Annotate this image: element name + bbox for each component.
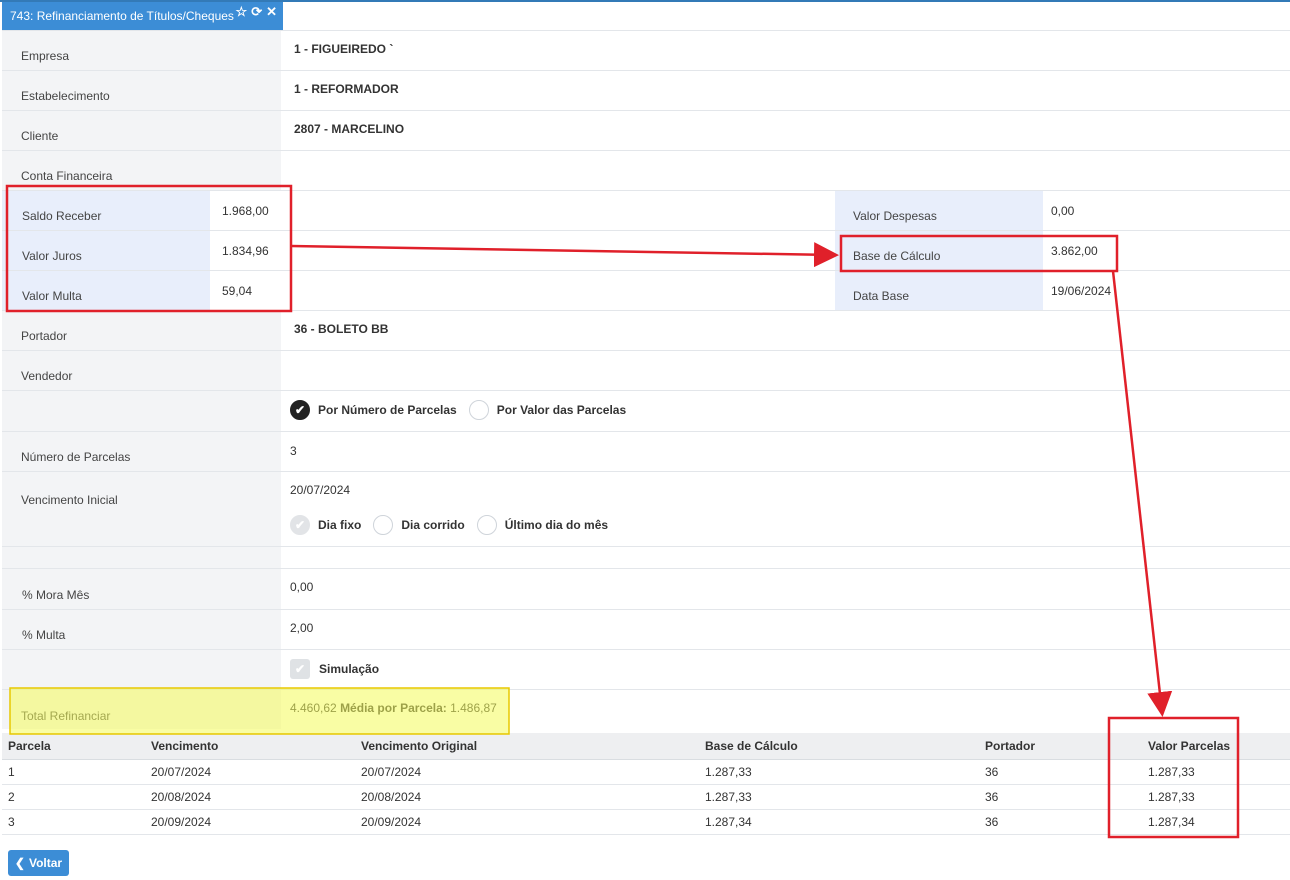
table-row[interactable]: 1 20/07/2024 20/07/2024 1.287,33 36 1.287,33 [2, 759, 1290, 785]
estabelecimento-value[interactable]: 1 - REFORMADOR [294, 82, 399, 96]
star-icon[interactable]: ☆ [236, 4, 248, 20]
portador-value[interactable]: 36 - BOLETO BB [294, 322, 388, 336]
row-num-parcelas: Número de Parcelas 3 [2, 431, 1290, 471]
col-valor-parcelas[interactable]: Valor Parcelas [1142, 733, 1290, 760]
check-icon: ✔ [290, 659, 310, 679]
base-value[interactable]: 3.862,00 [1051, 244, 1098, 258]
row-spacer [2, 546, 1290, 568]
chevron-left-icon: ❮ [14, 856, 25, 870]
radio-ultimo-dia[interactable]: Último dia do mês [476, 515, 608, 535]
row-conta: Conta Financeira [2, 150, 1290, 190]
cliente-label: Cliente [21, 129, 59, 143]
row-mora: % Mora Mês 0,00 [2, 568, 1290, 609]
data-base-label: Data Base [853, 289, 910, 303]
row-estabelecimento: Estabelecimento 1 - REFORMADOR [2, 70, 1290, 110]
col-vencimento-original[interactable]: Vencimento Original [355, 733, 699, 760]
portador-label: Portador [21, 329, 68, 343]
row-juros: Valor Juros 1.834,96 Base de Cálculo 3.8… [2, 230, 1290, 270]
col-vencimento[interactable]: Vencimento [145, 733, 355, 760]
base-field[interactable]: 3.862,00 [1043, 231, 1290, 270]
radio-dia-corrido[interactable]: Dia corrido [373, 515, 465, 535]
check-icon: ✔ [290, 515, 310, 535]
num-parcelas-label: Número de Parcelas [21, 450, 131, 464]
multa-label: Valor Multa [22, 289, 82, 303]
table-row[interactable]: 3 20/09/2024 20/09/2024 1.287,34 36 1.287,34 [2, 809, 1290, 835]
multa-value[interactable]: 59,04 [222, 284, 252, 298]
back-button[interactable]: ❮ Voltar [8, 850, 69, 876]
media-value: 1.486,87 [450, 701, 497, 715]
mora-value[interactable]: 0,00 [290, 580, 313, 594]
radio-por-numero[interactable]: ✔ Por Número de Parcelas [290, 400, 457, 420]
estabelecimento-label: Estabelecimento [21, 89, 110, 103]
saldo-label: Saldo Receber [22, 209, 102, 223]
radio-dia-fixo[interactable]: ✔ Dia fixo [290, 515, 361, 535]
despesas-value[interactable]: 0,00 [1051, 204, 1074, 218]
row-vendedor: Vendedor [2, 350, 1290, 390]
close-icon[interactable]: ✕ [266, 4, 277, 20]
empresa-value[interactable]: 1 - FIGUEIREDO ` [294, 42, 393, 56]
row-modo: ✔ Por Número de Parcelas Por Valor das Pa… [2, 390, 1290, 431]
parcelas-grid: Parcela Vencimento Vencimento Original B… [2, 733, 1290, 835]
row-saldo: Saldo Receber 1.968,00 Valor Despesas 0,… [2, 190, 1290, 230]
vendedor-label: Vendedor [21, 369, 73, 383]
pmulta-label: % Multa [22, 628, 66, 642]
row-multa: Valor Multa 59,04 Data Base 19/06/2024 [2, 270, 1290, 310]
conta-label: Conta Financeira [21, 169, 113, 183]
row-vencimento: Vencimento Inicial 20/07/2024 ✔ Dia fixo … [2, 471, 1290, 546]
vendedor-field[interactable] [281, 351, 1290, 390]
row-empresa: Empresa 1 - FIGUEIREDO ` [2, 30, 1290, 70]
num-parcelas-value[interactable]: 3 [290, 444, 297, 458]
col-parcela[interactable]: Parcela [2, 733, 145, 760]
despesas-label: Valor Despesas [853, 209, 937, 223]
pmulta-field[interactable]: 2,00 [281, 610, 1290, 649]
refresh-icon[interactable]: ⟳ [251, 4, 262, 20]
empresa-label: Empresa [21, 49, 70, 63]
pmulta-value[interactable]: 2,00 [290, 621, 313, 635]
radio-por-valor[interactable]: Por Valor das Parcelas [468, 400, 626, 420]
num-parcelas-field[interactable]: 3 [281, 432, 1290, 471]
total-label: Total Refinanciar [21, 709, 111, 723]
multa-field[interactable]: 59,04 [210, 271, 835, 310]
row-cliente: Cliente 2807 - MARCELINO [2, 110, 1290, 150]
media-label: Média por Parcela: [340, 701, 447, 715]
total-value: 4.460,62 [290, 701, 337, 715]
vencimento-value[interactable]: 20/07/2024 [290, 483, 350, 497]
saldo-field[interactable]: 1.968,00 [210, 191, 835, 230]
tab-refinanciamento[interactable]: 743: Refinanciamento de Títulos/Cheques … [2, 2, 283, 30]
juros-label: Valor Juros [22, 249, 82, 263]
vencimento-label: Vencimento Inicial [21, 493, 118, 507]
row-pmulta: % Multa 2,00 [2, 609, 1290, 649]
table-row[interactable]: 2 20/08/2024 20/08/2024 1.287,33 36 1.287,33 [2, 784, 1290, 810]
refinance-form: Empresa 1 - FIGUEIREDO ` Estabelecimento… [2, 30, 1290, 729]
mora-field[interactable]: 0,00 [281, 569, 1290, 609]
saldo-value[interactable]: 1.968,00 [222, 204, 269, 218]
check-icon: ✔ [290, 400, 310, 420]
row-portador: Portador 36 - BOLETO BB [2, 310, 1290, 350]
col-portador[interactable]: Portador [979, 733, 1142, 760]
col-base-calculo[interactable]: Base de Cálculo [699, 733, 979, 760]
despesas-field[interactable]: 0,00 [1043, 191, 1290, 230]
juros-field[interactable]: 1.834,96 [210, 231, 835, 270]
estabelecimento-field[interactable]: 1 - REFORMADOR [281, 71, 1290, 110]
base-label: Base de Cálculo [853, 249, 941, 263]
simulacao-checkbox[interactable]: ✔ Simulação [290, 659, 379, 679]
cliente-field[interactable]: 2807 - MARCELINO [281, 111, 1290, 150]
data-base-field[interactable]: 19/06/2024 [1043, 271, 1290, 310]
portador-field[interactable]: 36 - BOLETO BB [281, 311, 1290, 350]
row-total: Total Refinanciar 4.460,62 Média por Par… [2, 689, 1290, 729]
mora-label: % Mora Mês [22, 588, 90, 602]
cliente-value[interactable]: 2807 - MARCELINO [294, 122, 404, 136]
data-base-value[interactable]: 19/06/2024 [1051, 284, 1111, 298]
total-text: 4.460,62 Média por Parcela: 1.486,87 [290, 701, 497, 715]
conta-field[interactable] [281, 151, 1290, 190]
row-simulacao: ✔ Simulação [2, 649, 1290, 689]
empresa-field[interactable]: 1 - FIGUEIREDO ` [281, 31, 1290, 70]
juros-value[interactable]: 1.834,96 [222, 244, 269, 258]
